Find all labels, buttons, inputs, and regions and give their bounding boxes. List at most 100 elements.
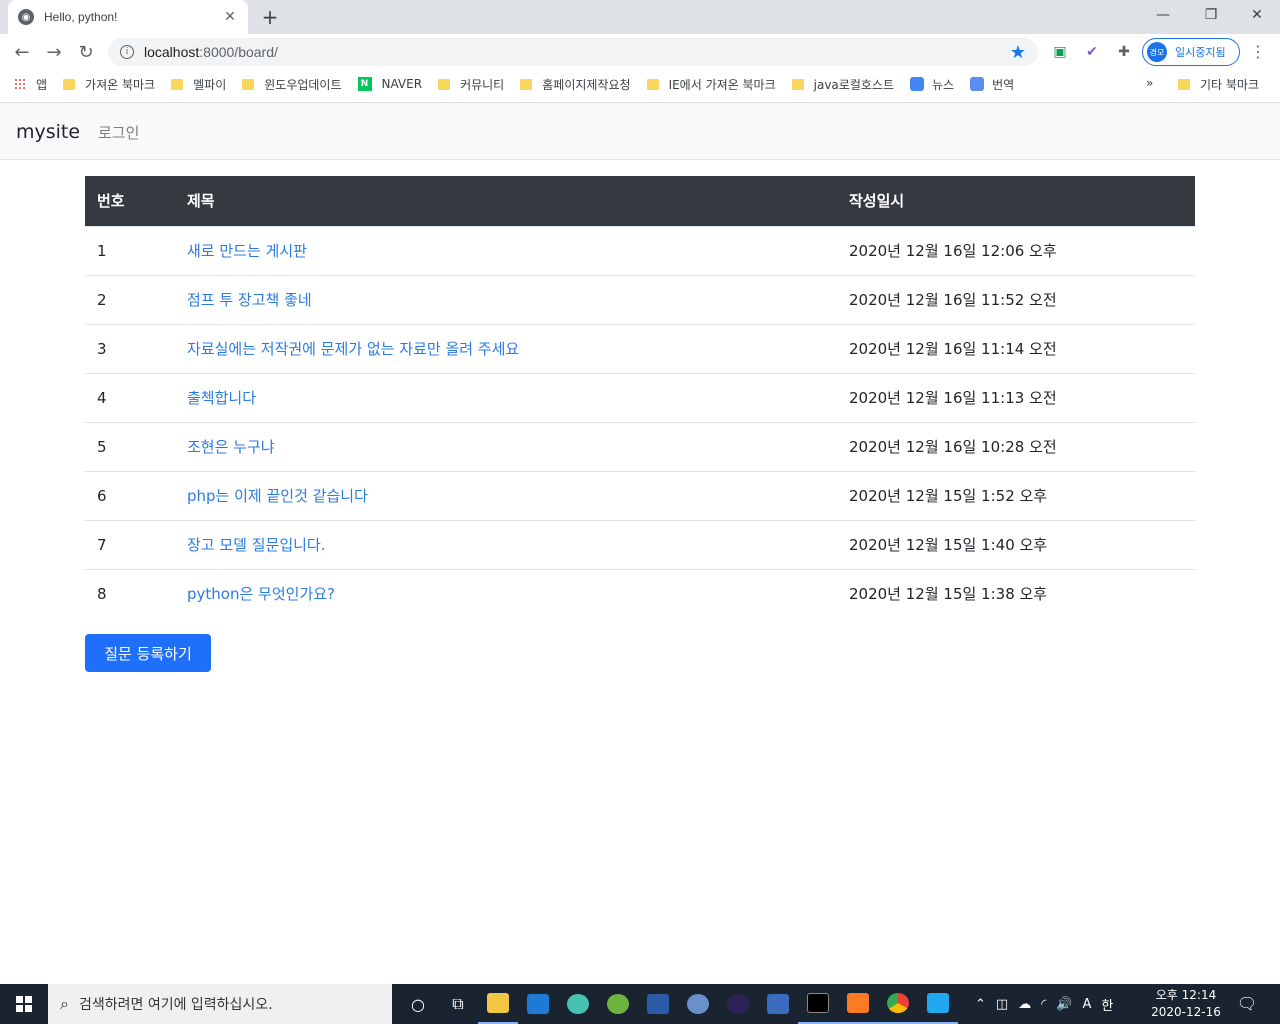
site-brand[interactable]: mysite [16, 121, 80, 143]
bookmark-apps[interactable]: 앱 [14, 76, 47, 93]
question-link[interactable]: 점프 투 장고책 좋네 [187, 291, 312, 309]
folder-icon [242, 78, 255, 90]
bookmark-folder[interactable]: 가져온 북마크 [63, 76, 155, 93]
terminal-icon[interactable] [798, 984, 838, 1024]
login-link[interactable]: 로그인 [98, 122, 139, 143]
dev-cpp-icon[interactable] [758, 984, 798, 1024]
bookmark-folder[interactable]: IE에서 가져온 북마크 [646, 76, 776, 93]
minimize-icon[interactable]: — [1140, 0, 1186, 30]
row-number: 4 [85, 372, 175, 422]
windows-logo-icon [16, 996, 32, 1012]
meet-now-icon[interactable]: ◫ [996, 997, 1008, 1012]
spring-tool-icon[interactable] [598, 984, 638, 1024]
close-tab-icon[interactable]: ✕ [222, 9, 238, 25]
bookmark-star-icon[interactable]: ★ [1010, 42, 1026, 63]
folder-icon [63, 78, 76, 90]
vscode-icon[interactable] [918, 984, 958, 1024]
new-tab-button[interactable]: + [258, 5, 282, 29]
table-row: 8 python은 무엇인가요? 2020년 12월 15일 1:38 오후 [85, 568, 1195, 618]
row-date: 2020년 12월 16일 10:28 오전 [837, 421, 1195, 471]
powershell-icon[interactable] [638, 984, 678, 1024]
clock-date: 2020-12-16 [1151, 1005, 1221, 1019]
forward-icon[interactable]: → [38, 36, 70, 68]
bookmark-translate[interactable]: 번역 [970, 76, 1014, 93]
clock-time: 오후 12:14 [1155, 988, 1217, 1002]
cortana-icon[interactable]: ○ [398, 984, 438, 1024]
question-link[interactable]: 조현은 누구냐 [187, 438, 275, 456]
profile-button[interactable]: 경모 일시중지됨 [1142, 38, 1240, 66]
xampp-icon[interactable] [838, 984, 878, 1024]
folder-icon [646, 78, 659, 90]
table-row: 6 php는 이제 끝인것 같습니다 2020년 12월 15일 1:52 오후 [85, 470, 1195, 520]
taskbar-search[interactable]: ⌕ 검색하려면 여기에 입력하십시오. [48, 984, 392, 1024]
chrome-icon[interactable] [878, 984, 918, 1024]
question-link[interactable]: php는 이제 끝인것 같습니다 [187, 487, 368, 505]
mail-icon[interactable] [518, 984, 558, 1024]
bookmark-folder[interactable]: java로컬호스트 [791, 76, 894, 93]
check-extension-icon[interactable]: ✔ [1082, 42, 1102, 62]
folder-icon [438, 78, 451, 90]
settings-gear-icon[interactable] [678, 984, 718, 1024]
ime-hangul-icon[interactable]: 한 [1101, 995, 1113, 1014]
folder-icon [1178, 79, 1190, 90]
taskbar-search-placeholder: 검색하려면 여기에 입력하십시오. [78, 997, 273, 1013]
site-info-icon[interactable]: i [120, 45, 134, 59]
bird-app-icon[interactable] [558, 984, 598, 1024]
table-row: 3 자료실에는 저작권에 문제가 없는 자료만 올려 주세요 2020년 12월… [85, 323, 1195, 373]
row-date: 2020년 12월 15일 1:38 오후 [837, 568, 1195, 618]
bookmark-folder[interactable]: 윈도우업데이트 [242, 76, 342, 93]
menu-kebab-icon[interactable]: ⋮ [1250, 42, 1266, 61]
bookmarks-overflow-button[interactable]: » [1146, 76, 1153, 90]
question-link[interactable]: 출첵합니다 [187, 389, 256, 407]
question-link[interactable]: 새로 만드는 게시판 [187, 242, 307, 260]
notification-icon[interactable]: 🗨 [1236, 994, 1258, 1014]
network-icon[interactable]: ◜ [1041, 997, 1046, 1012]
restore-icon[interactable]: ❐ [1188, 0, 1234, 30]
address-bar[interactable]: i localhost:8000/board/ ★ [108, 38, 1038, 66]
apps-grid-icon [14, 78, 26, 90]
table-row: 1 새로 만드는 게시판 2020년 12월 16일 12:06 오후 [85, 225, 1195, 275]
question-link[interactable]: 자료실에는 저작권에 문제가 없는 자료만 올려 주세요 [187, 340, 519, 358]
tray-chevron-icon[interactable]: ⌃ [975, 997, 986, 1012]
task-view-icon[interactable]: ⧉ [438, 984, 478, 1024]
table-row: 7 장고 모델 질문입니다. 2020년 12월 15일 1:40 오후 [85, 519, 1195, 569]
bookmarks-bar: 앱 가져온 북마크 멜파이 윈도우업데이트 N NAVER 커뮤니티 홈페이지제작… [0, 70, 1280, 98]
other-bookmarks[interactable]: 기타 북마크 [1178, 76, 1259, 93]
table-row: 2 점프 투 장고책 좋네 2020년 12월 16일 11:52 오전 [85, 274, 1195, 324]
row-number: 3 [85, 323, 175, 373]
onedrive-icon[interactable]: ☁ [1018, 997, 1031, 1012]
create-question-button[interactable]: 질문 등록하기 [85, 634, 211, 672]
eclipse-icon[interactable] [718, 984, 758, 1024]
naver-icon: N [357, 77, 372, 91]
back-icon[interactable]: ← [6, 36, 38, 68]
row-date: 2020년 12월 16일 11:13 오전 [837, 372, 1195, 422]
tab-strip: ◉ Hello, python! ✕ + — ❐ ✕ [0, 0, 1280, 34]
clock[interactable]: 오후 12:14 2020-12-16 [1146, 987, 1226, 1021]
window-close-icon[interactable]: ✕ [1234, 0, 1280, 30]
file-explorer-icon[interactable] [478, 984, 518, 1024]
row-date: 2020년 12월 15일 1:52 오후 [837, 470, 1195, 520]
news-icon [909, 77, 924, 91]
bookmark-naver[interactable]: N NAVER [357, 77, 422, 91]
folder-icon [171, 78, 184, 90]
row-number: 5 [85, 421, 175, 471]
ime-mode-icon[interactable]: A [1082, 997, 1091, 1012]
volume-icon[interactable]: 🔊 [1056, 997, 1072, 1012]
bookmark-folder[interactable]: 커뮤니티 [438, 76, 504, 93]
extensions-puzzle-icon[interactable]: ✚ [1114, 42, 1134, 62]
tab-title: Hello, python! [44, 10, 118, 24]
bookmark-folder[interactable]: 홈페이지제작요청 [520, 76, 631, 93]
bookmark-news[interactable]: 뉴스 [909, 76, 954, 93]
header-subject: 제목 [175, 176, 837, 226]
reload-icon[interactable]: ↻ [70, 36, 102, 68]
folder-icon [520, 78, 533, 90]
row-number: 8 [85, 568, 175, 618]
cast-extension-icon[interactable]: ▣ [1050, 42, 1070, 62]
question-link[interactable]: 장고 모델 질문입니다. [187, 536, 326, 554]
bookmark-folder[interactable]: 멜파이 [171, 76, 226, 93]
url-text[interactable]: localhost:8000/board/ [144, 44, 1010, 60]
start-button[interactable] [0, 984, 48, 1024]
question-link[interactable]: python은 무엇인가요? [187, 585, 335, 603]
row-date: 2020년 12월 16일 12:06 오후 [837, 225, 1195, 275]
browser-tab[interactable]: ◉ Hello, python! ✕ [8, 0, 248, 34]
